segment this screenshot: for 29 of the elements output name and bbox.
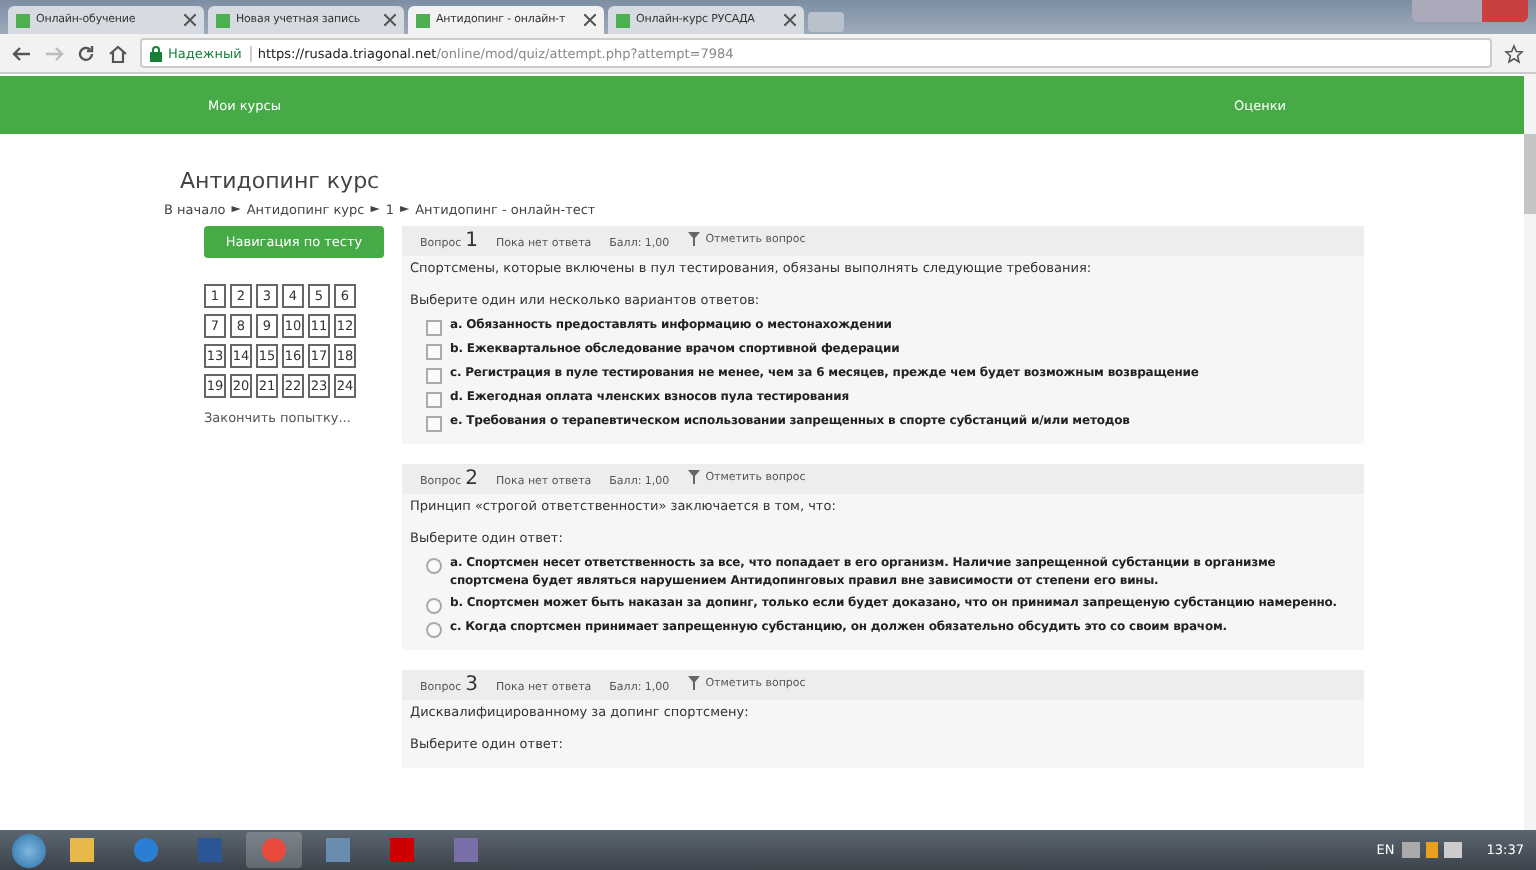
close-icon[interactable] <box>784 14 796 26</box>
close-icon[interactable] <box>184 14 196 26</box>
close-icon[interactable] <box>384 14 396 26</box>
radio-button[interactable] <box>426 598 442 614</box>
star-icon[interactable] <box>1504 43 1524 63</box>
question-number: 2 <box>465 468 478 490</box>
tray-icon[interactable] <box>1402 842 1463 858</box>
page-title: Антидопинг курс <box>180 168 382 194</box>
radio-button[interactable] <box>426 558 442 574</box>
page-icon <box>416 13 430 27</box>
home-icon[interactable] <box>108 43 128 63</box>
checkbox[interactable] <box>426 368 442 384</box>
lock-icon <box>150 45 162 61</box>
window-controls-icon[interactable] <box>1412 0 1528 22</box>
question-number: 3 <box>465 674 478 696</box>
page-icon <box>216 13 230 27</box>
checkbox[interactable] <box>426 344 442 360</box>
checkbox[interactable] <box>426 320 442 336</box>
radio-button[interactable] <box>426 622 442 638</box>
forward-icon[interactable] <box>44 43 64 63</box>
page-icon <box>16 13 30 27</box>
reload-icon[interactable] <box>76 43 96 63</box>
checkbox[interactable] <box>426 392 442 408</box>
checkbox[interactable] <box>426 416 442 432</box>
page-icon <box>616 13 630 27</box>
close-icon[interactable] <box>584 14 596 26</box>
back-icon[interactable] <box>12 43 32 63</box>
start-button[interactable] <box>12 833 46 867</box>
question-number: 1 <box>465 230 478 252</box>
